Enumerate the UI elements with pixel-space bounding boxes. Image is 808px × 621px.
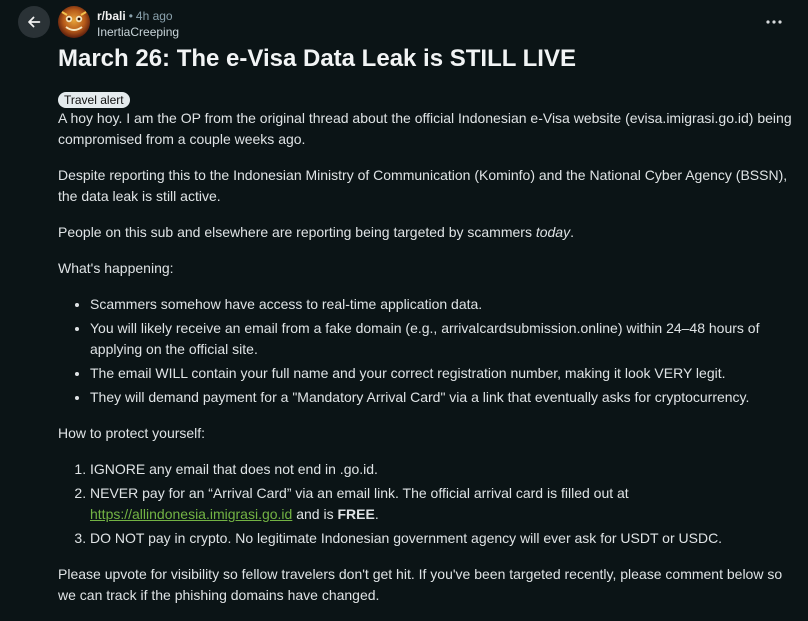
list-item: DO NOT pay in crypto. No legitimate Indo… bbox=[90, 528, 798, 549]
emphasis-today: today bbox=[535, 224, 571, 240]
post-title: March 26: The e-Visa Data Leak is STILL … bbox=[58, 45, 576, 72]
reporting-paragraph: Despite reporting this to the Indonesian… bbox=[58, 167, 788, 204]
list-item: You will likely receive an email from a … bbox=[90, 318, 798, 360]
author-username[interactable]: InertiaCreeping bbox=[97, 24, 179, 40]
list-item: They will demand payment for a "Mandator… bbox=[90, 387, 798, 408]
protect-heading: How to protect yourself: bbox=[58, 425, 206, 441]
targeted-paragraph: People on this sub and elsewhere are rep… bbox=[58, 224, 574, 240]
arrow-left-icon bbox=[28, 16, 41, 28]
closing-paragraph: Please upvote for visibility so fellow t… bbox=[58, 566, 783, 603]
more-options-button[interactable] bbox=[758, 8, 790, 36]
post-flair[interactable]: Travel alert bbox=[58, 92, 130, 108]
protect-list: IGNORE any email that does not end in .g… bbox=[58, 459, 798, 549]
subreddit-avatar[interactable] bbox=[58, 6, 90, 38]
list-item: The email WILL contain your full name an… bbox=[90, 363, 798, 384]
list-item: NEVER pay for an “Arrival Card” via an e… bbox=[90, 483, 798, 525]
more-horizontal-icon bbox=[766, 20, 782, 24]
list-item: IGNORE any email that does not end in .g… bbox=[90, 459, 798, 480]
post-body: A hoy hoy. I am the OP from the original… bbox=[58, 108, 798, 621]
back-button[interactable] bbox=[18, 6, 50, 38]
meta-separator: • bbox=[128, 9, 133, 23]
whats-happening-heading: What's happening: bbox=[58, 260, 174, 276]
post-time: 4h ago bbox=[135, 9, 173, 23]
happening-list: Scammers somehow have access to real-tim… bbox=[58, 294, 798, 408]
subreddit-link[interactable]: r/bali bbox=[97, 9, 126, 23]
arrival-card-link[interactable]: https://allindonesia.imigrasi.go.id bbox=[90, 506, 292, 522]
list-item: Scammers somehow have access to real-tim… bbox=[90, 294, 798, 315]
free-bold: FREE bbox=[337, 506, 375, 522]
post-meta: r/bali • 4h ago InertiaCreeping bbox=[97, 8, 179, 40]
barong-mask-icon bbox=[61, 11, 87, 31]
intro-paragraph: A hoy hoy. I am the OP from the original… bbox=[58, 110, 792, 147]
